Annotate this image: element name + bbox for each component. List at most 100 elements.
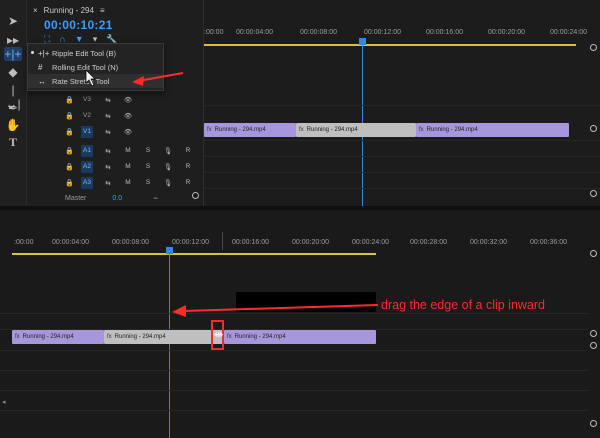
lock-icon[interactable]: 🔒 (65, 96, 75, 104)
razor-tool-icon[interactable]: ◆ (4, 65, 22, 79)
ruler-tick: 00:00:24:00 (352, 239, 389, 246)
track-name[interactable]: V3 (81, 94, 93, 106)
track-row-v3: 🔒 V3 ⇆ 👁 (27, 92, 203, 107)
eye-icon[interactable]: 👁 (123, 96, 133, 104)
clip[interactable]: fx Running - 294.mp4 (296, 123, 416, 137)
mic-icon[interactable]: 🎙 (163, 147, 173, 155)
ruler-tick: 00:00:20:00 (488, 29, 525, 36)
pen-tool-icon[interactable]: ✒ (4, 101, 22, 115)
track-height-handle[interactable] (590, 342, 597, 349)
rate-stretch-cursor-icon: ⇹ (214, 329, 224, 341)
record-button[interactable]: R (183, 163, 193, 170)
track-settings-icon[interactable]: ⇔ (152, 195, 159, 202)
rolling-edit-icon: # (38, 62, 43, 72)
sync-lock-icon[interactable]: ⇆ (103, 96, 113, 104)
panel-scroll-handle[interactable] (192, 192, 199, 199)
selection-tool-icon[interactable]: ➤ (4, 14, 22, 28)
fx-badge: fx (15, 334, 20, 340)
ripple-edit-tool-icon[interactable]: +|+ (4, 47, 22, 61)
sync-lock-icon[interactable]: ⇆ (103, 112, 113, 120)
master-label: Master (65, 194, 87, 202)
track-row-a3: 🔒 A3 ⇆ M S 🎙 R (27, 175, 203, 190)
mic-icon[interactable]: 🎙 (163, 179, 173, 187)
hand-tool-icon[interactable]: ✋ (4, 118, 22, 132)
sync-lock-icon[interactable]: ⇆ (103, 128, 113, 136)
master-row: Master 0.0 ⇔ (27, 192, 203, 204)
record-button[interactable]: R (183, 179, 193, 186)
ruler-tick: 00:00:20:00 (292, 239, 329, 246)
track-row-v1: 🔒 V1 ⇆ 👁 (27, 124, 203, 139)
clip-label: Running - 294.mp4 (306, 127, 358, 133)
solo-button[interactable]: S (143, 147, 153, 154)
solo-button[interactable]: S (143, 179, 153, 186)
mute-button[interactable]: M (123, 163, 133, 170)
track-name[interactable]: A2 (81, 160, 93, 173)
clip[interactable]: fx Running - 294.mp4 (104, 330, 224, 344)
lock-icon[interactable]: 🔒 (65, 128, 75, 136)
lock-icon[interactable]: 🔒 (65, 147, 75, 155)
red-arrow-shaft (137, 72, 184, 82)
scroll-handle[interactable] (590, 190, 597, 197)
timeline-bottom[interactable]: :00:00 00:00:04:00 00:00:08:00 00:00:12:… (0, 210, 600, 438)
tools-panel: ➤ ▸▸ +|+ ◆ |↔| ✒ ✋ T (0, 0, 27, 206)
ruler-tick: :00:00 (14, 239, 34, 246)
work-area-bar[interactable] (204, 44, 576, 46)
scroll-left-icon[interactable]: ◂ (2, 398, 6, 406)
track-name[interactable]: A1 (81, 144, 93, 157)
close-icon[interactable]: × (33, 6, 38, 15)
sequence-tab[interactable]: × Running - 294 ≡ (33, 3, 105, 17)
track-row-a2: 🔒 A2 ⇆ M S 🎙 R (27, 159, 203, 174)
solo-button[interactable]: S (143, 163, 153, 170)
track-divider (204, 188, 600, 189)
timeline-top[interactable]: :00:00 00:00:04:00 00:00:08:00 00:00:12:… (204, 0, 600, 206)
track-name[interactable]: A3 (81, 176, 93, 189)
red-arrow-head (132, 76, 144, 86)
mute-button[interactable]: M (123, 179, 133, 186)
ruler-tick: 00:00:16:00 (232, 239, 269, 246)
annotation-text: drag the edge of a clip inward (381, 298, 545, 312)
fx-badge: fx (419, 127, 424, 133)
track-height-handle[interactable] (590, 330, 597, 337)
lock-icon[interactable]: 🔒 (65, 112, 75, 120)
fx-badge: fx (227, 334, 232, 340)
zoom-handle[interactable] (590, 44, 597, 51)
slip-tool-icon[interactable]: |↔| (4, 83, 22, 111)
master-value[interactable]: 0.0 (112, 195, 122, 202)
type-tool-icon[interactable]: T (4, 135, 22, 149)
track-name[interactable]: V1 (81, 125, 93, 138)
mic-icon[interactable]: 🎙 (163, 163, 173, 171)
scroll-handle[interactable] (590, 420, 597, 427)
eye-icon[interactable]: 👁 (123, 112, 133, 120)
cursor-icon (85, 69, 96, 87)
zoom-handle[interactable] (590, 250, 597, 257)
annotation-arrow-top (85, 69, 184, 87)
panel-menu-icon[interactable]: ≡ (100, 6, 105, 15)
menu-item-label: Ripple Edit Tool (B) (52, 48, 117, 58)
lock-icon[interactable]: 🔒 (65, 179, 75, 187)
clip-label: Running - 294.mp4 (22, 334, 74, 340)
eye-icon[interactable]: 👁 (123, 128, 133, 136)
track-height-handle[interactable] (590, 125, 597, 132)
clip[interactable]: fx Running - 294.mp4 (204, 123, 296, 137)
track-name[interactable]: V2 (81, 110, 93, 122)
clip[interactable]: fx Running - 294.mp4 (12, 330, 104, 344)
ruler-tick: 00:00:24:00 (550, 29, 587, 36)
track-divider (204, 156, 600, 157)
clip-label: Running - 294.mp4 (114, 334, 166, 340)
work-area-bar[interactable] (12, 253, 376, 255)
sync-lock-icon[interactable]: ⇆ (103, 163, 113, 171)
mute-button[interactable]: M (123, 147, 133, 154)
sync-lock-icon[interactable]: ⇆ (103, 179, 113, 187)
playhead-timecode[interactable]: 00:00:10:21 (44, 18, 113, 32)
record-button[interactable]: R (183, 147, 193, 154)
clip-label: Running - 294.mp4 (214, 127, 266, 133)
track-select-tool-icon[interactable]: ▸▸ (4, 33, 22, 47)
sync-lock-icon[interactable]: ⇆ (103, 147, 113, 155)
clip[interactable]: fx Running - 294.mp4 (416, 123, 569, 137)
ruler-tick: 00:00:08:00 (112, 239, 149, 246)
lock-icon[interactable]: 🔒 (65, 163, 75, 171)
fx-badge: fx (107, 334, 112, 340)
clip[interactable]: fx Running - 294.mp4 (224, 330, 376, 344)
track-divider (204, 140, 600, 141)
menu-item-ripple-edit[interactable]: +|+ Ripple Edit Tool (B) (28, 46, 163, 60)
